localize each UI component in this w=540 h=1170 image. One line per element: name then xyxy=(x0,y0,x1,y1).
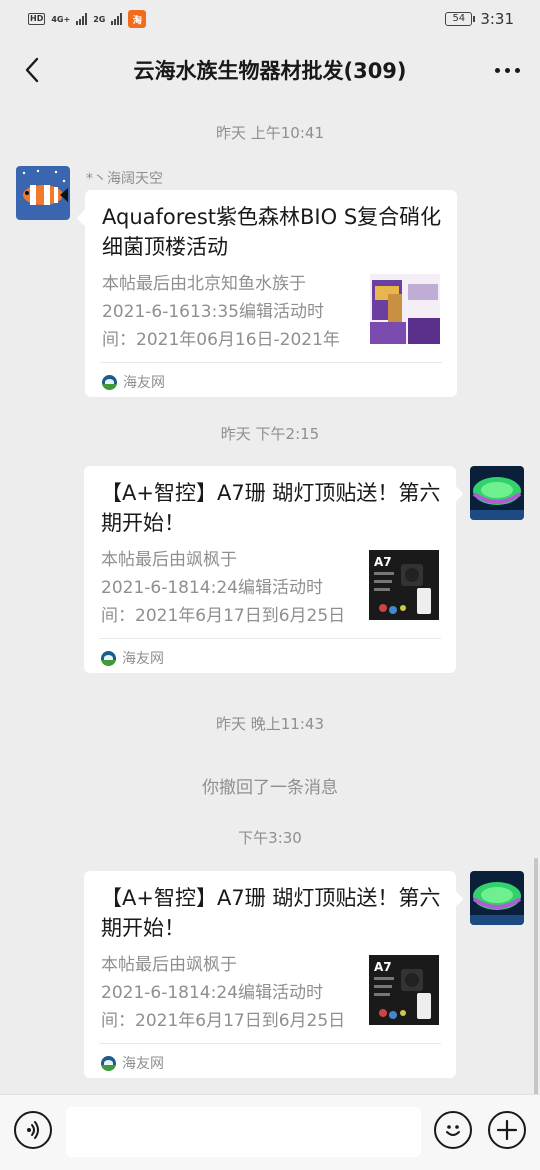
back-button[interactable] xyxy=(14,52,50,88)
haiyouwang-icon xyxy=(101,650,116,666)
chat-header: 云海水族生物器材批发(309) xyxy=(0,38,540,102)
message-timestamp: 昨天 上午10:41 xyxy=(216,124,324,142)
hd-indicator: HD xyxy=(28,13,46,25)
status-left: HD 4G+ 2G 淘 xyxy=(28,10,147,28)
haiyouwang-icon xyxy=(102,374,117,390)
status-right: 54 3:31 xyxy=(445,10,514,28)
card-title: Aquaforest紫色森林BIO S复合硝化细菌顶楼活动 xyxy=(102,205,442,259)
chat-scrollbar[interactable] xyxy=(534,858,538,1096)
card-description: 本帖最后由北京知鱼水族于 2021-6-1613:35编辑活动时 间：2021年… xyxy=(102,270,364,354)
status-time: 3:31 xyxy=(480,10,514,28)
card-divider xyxy=(100,362,442,363)
voice-icon xyxy=(27,1121,39,1139)
card-desc-line: 本帖最后由北京知鱼水族于 xyxy=(102,274,306,294)
network-type-2: 2G xyxy=(93,14,106,24)
card-title: 【A+智控】A7珊 瑚灯顶贴送！第六期开始！ xyxy=(101,481,441,535)
coral-avatar-icon xyxy=(470,871,524,925)
my-avatar[interactable] xyxy=(470,871,524,925)
card-desc-line: 本帖最后由飒枫于 xyxy=(101,955,237,975)
plus-button[interactable] xyxy=(488,1111,526,1149)
emoji-button[interactable] xyxy=(434,1111,472,1149)
coral-avatar-icon xyxy=(470,466,524,520)
card-thumbnail: A7 xyxy=(369,955,439,1025)
signal-icon xyxy=(111,13,123,25)
network-type-1: 4G+ xyxy=(51,14,71,24)
card-source: 海友网 xyxy=(101,648,164,668)
card-desc-line: 2021-6-1613:35编辑活动时 xyxy=(102,302,324,322)
card-source-name: 海友网 xyxy=(122,1056,164,1072)
thumb-label: A7 xyxy=(374,960,392,974)
message-timestamp: 昨天 晚上11:43 xyxy=(216,715,324,733)
card-source: 海友网 xyxy=(101,1053,164,1073)
card-divider xyxy=(99,638,441,639)
thumb-label: A7 xyxy=(374,555,392,569)
link-card[interactable]: Aquaforest紫色森林BIO S复合硝化细菌顶楼活动 本帖最后由北京知鱼水… xyxy=(85,190,457,397)
card-thumbnail: A7 xyxy=(369,550,439,620)
link-card[interactable]: 【A+智控】A7珊 瑚灯顶贴送！第六期开始！ 本帖最后由飒枫于 2021-6-1… xyxy=(84,871,456,1078)
input-bar xyxy=(0,1094,540,1170)
clownfish-avatar-icon xyxy=(16,166,70,220)
card-thumbnail xyxy=(370,274,440,344)
taobao-app-icon: 淘 xyxy=(128,10,147,28)
haiyouwang-icon xyxy=(101,1055,116,1071)
sender-name: *丶海阔天空 xyxy=(86,171,163,187)
card-desc-line: 2021-6-1814:24编辑活动时 xyxy=(101,983,323,1003)
my-avatar[interactable] xyxy=(470,466,524,520)
card-divider xyxy=(99,1043,441,1044)
battery-level: 54 xyxy=(452,13,466,24)
card-desc-line: 2021-6-1814:24编辑活动时 xyxy=(101,578,323,598)
more-dots-icon xyxy=(494,67,500,73)
product-thumbnail-image: A7 xyxy=(369,955,439,1025)
chat-title: 云海水族生物器材批发(309) xyxy=(133,59,407,83)
message-input[interactable] xyxy=(66,1107,421,1157)
card-description: 本帖最后由飒枫于 2021-6-1814:24编辑活动时 间：2021年6月17… xyxy=(101,951,363,1035)
chevron-left-icon xyxy=(25,57,39,83)
link-card[interactable]: 【A+智控】A7珊 瑚灯顶贴送！第六期开始！ 本帖最后由飒枫于 2021-6-1… xyxy=(84,466,456,673)
card-source: 海友网 xyxy=(102,372,165,392)
status-bar: HD 4G+ 2G 淘 54 3:31 xyxy=(0,0,540,38)
card-desc-line: 间：2021年06月16日-2021年 xyxy=(102,330,340,350)
voice-button[interactable] xyxy=(14,1111,52,1149)
card-desc-line: 间：2021年6月17日到6月25日 xyxy=(101,606,346,626)
plus-icon xyxy=(496,1119,518,1141)
card-source-name: 海友网 xyxy=(123,375,165,391)
card-desc-line: 间：2021年6月17日到6月25日 xyxy=(101,1011,346,1031)
card-desc-line: 本帖最后由飒枫于 xyxy=(101,550,237,570)
card-source-name: 海友网 xyxy=(122,651,164,667)
product-thumbnail-image xyxy=(370,274,440,344)
recall-notice: 你撤回了一条消息 xyxy=(202,778,338,798)
emoji-icon xyxy=(446,1125,460,1136)
message-timestamp: 昨天 下午2:15 xyxy=(220,425,320,443)
message-timestamp: 下午3:30 xyxy=(238,829,302,847)
product-thumbnail-image: A7 xyxy=(369,550,439,620)
more-button[interactable] xyxy=(488,52,526,88)
more-dot xyxy=(504,67,510,73)
signal-icon xyxy=(76,13,88,25)
card-description: 本帖最后由飒枫于 2021-6-1814:24编辑活动时 间：2021年6月17… xyxy=(101,546,363,630)
card-title: 【A+智控】A7珊 瑚灯顶贴送！第六期开始！ xyxy=(101,886,441,940)
battery-icon: 54 xyxy=(445,12,476,26)
more-dot xyxy=(514,67,520,73)
sender-avatar[interactable] xyxy=(16,166,70,220)
